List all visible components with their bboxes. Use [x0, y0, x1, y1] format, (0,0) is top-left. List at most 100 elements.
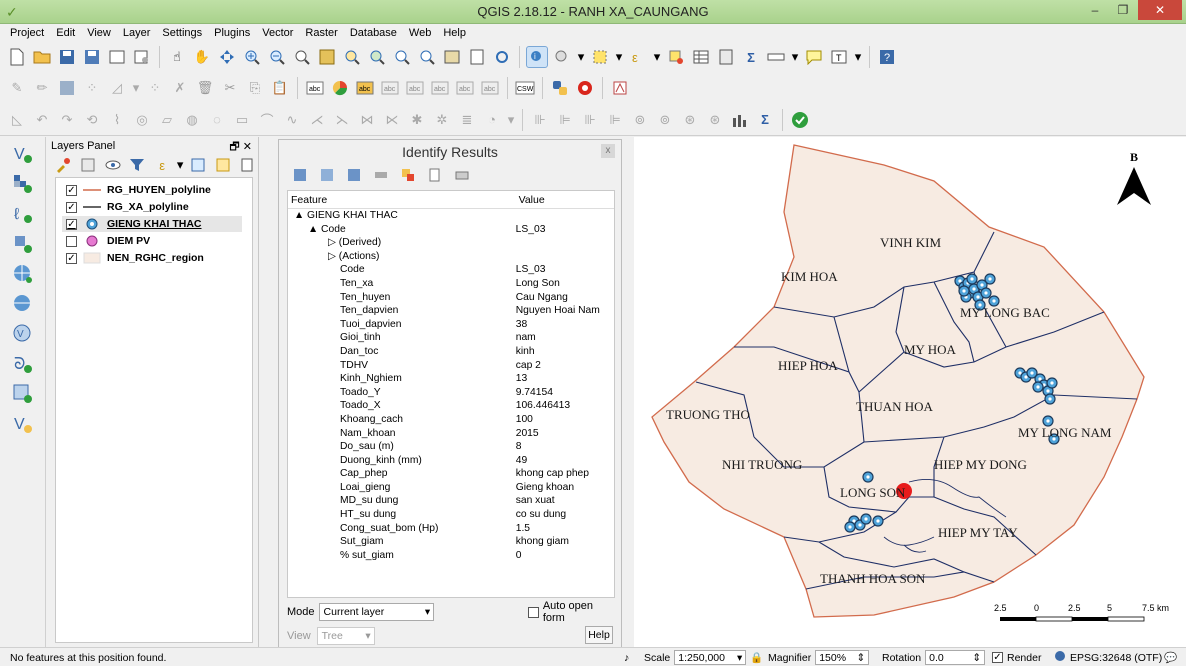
table-row[interactable]: MD_su dung san xuat	[288, 494, 614, 508]
print-results-icon[interactable]	[451, 164, 473, 186]
layer-item[interactable]: ✓ RG_HUYEN_polyline	[66, 182, 211, 198]
paste-features-icon[interactable]: 📋	[269, 77, 291, 99]
remove-layer-icon[interactable]	[237, 154, 258, 176]
processing-icon[interactable]	[609, 77, 631, 99]
enable-advanced-digitizing-icon[interactable]: ◺	[6, 109, 28, 131]
move-feature-icon[interactable]: ⁘	[144, 77, 166, 99]
offset-curve-icon[interactable]: ∿	[281, 109, 303, 131]
current-edits-icon[interactable]: ✎	[6, 77, 28, 99]
refresh-icon[interactable]	[491, 46, 513, 68]
add-group-icon[interactable]	[78, 154, 99, 176]
table-row[interactable]: Nam_khoan 2015	[288, 427, 614, 441]
crs-globe-icon[interactable]	[1054, 650, 1066, 665]
highlight-pinned-labels-icon[interactable]: abc	[354, 77, 376, 99]
menu-layer[interactable]: Layer	[117, 27, 157, 39]
zoom-next-icon[interactable]	[416, 46, 438, 68]
chevron-down-icon[interactable]: ▾	[652, 46, 662, 68]
layer-visibility-checkbox[interactable]: ✓	[66, 252, 77, 264]
select-by-expression-icon[interactable]: ε	[627, 46, 649, 68]
change-label-icon[interactable]: abc	[479, 77, 501, 99]
layer-item-selected[interactable]: ✓ GIENG KHAI THAC	[62, 216, 242, 232]
add-postgis-icon[interactable]: ᘐ	[10, 351, 36, 377]
statistics-icon[interactable]	[729, 109, 751, 131]
messages-icon[interactable]: 💬	[1164, 648, 1177, 666]
chevron-down-icon[interactable]: ▾	[131, 77, 141, 99]
menu-edit[interactable]: Edit	[50, 27, 81, 39]
table-row[interactable]: Loai_gieng Gieng khoan	[288, 481, 614, 495]
cut-features-icon[interactable]: ✂	[219, 77, 241, 99]
scale-input[interactable]: 1:250,000 ▾	[674, 650, 747, 665]
zoom-out-icon[interactable]	[266, 46, 288, 68]
add-wfs-layer-icon[interactable]: V	[10, 321, 36, 347]
select-features-by-radius-icon[interactable]: ⊫	[554, 109, 576, 131]
coordinate-toggle-icon[interactable]: ♪	[624, 648, 629, 666]
new-bookmark-icon[interactable]	[466, 46, 488, 68]
map-tips-icon[interactable]	[803, 46, 825, 68]
attribute-table-icon[interactable]	[690, 46, 712, 68]
table-row[interactable]: ▲ Code LS_03	[288, 223, 614, 237]
table-row[interactable]: Cong_suat_bom (Hp) 1.5	[288, 522, 614, 536]
filter-legend-icon[interactable]	[127, 154, 148, 176]
table-row[interactable]: ▷ (Derived)	[288, 236, 614, 250]
merge-features-icon[interactable]: ⋈	[356, 109, 378, 131]
composer-manager-icon[interactable]	[131, 46, 153, 68]
identify-features-icon[interactable]: i	[526, 46, 548, 68]
render-checkbox[interactable]: ✓	[992, 652, 1003, 663]
auto-open-form-option[interactable]: Auto open form	[528, 600, 615, 624]
add-raster-layer-icon[interactable]	[10, 171, 36, 197]
table-row[interactable]: Gioi_tinh nam	[288, 331, 614, 345]
select-features-icon[interactable]	[589, 46, 611, 68]
table-row[interactable]: Dan_toc kinh	[288, 345, 614, 359]
table-row[interactable]: Cap_phep khong cap phep	[288, 467, 614, 481]
mode-select[interactable]: Current layer ▾	[318, 603, 435, 621]
menu-plugins[interactable]: Plugins	[208, 27, 256, 39]
rotate-label-icon[interactable]: abc	[454, 77, 476, 99]
rotation-input[interactable]: 0.0 ⇕	[925, 650, 986, 665]
expand-new-results-icon[interactable]	[343, 164, 365, 186]
maximize-button[interactable]: ❐	[1110, 0, 1136, 20]
add-delimited-text-icon[interactable]: ℓ	[10, 201, 36, 227]
deselect-icon[interactable]	[665, 46, 687, 68]
save-edits-icon[interactable]	[56, 77, 78, 99]
help-icon[interactable]: ?	[876, 46, 898, 68]
zoom-to-selection-icon[interactable]	[341, 46, 363, 68]
toggle-editing-icon[interactable]: ✏	[31, 77, 53, 99]
zoom-full-icon[interactable]	[316, 46, 338, 68]
table-row[interactable]: Code LS_03	[288, 263, 614, 277]
table-row[interactable]: Ten_xa Long Son	[288, 277, 614, 291]
align-features-icon[interactable]: ≣	[456, 109, 478, 131]
clear-results-icon[interactable]	[370, 164, 392, 186]
delete-icon[interactable]: 🗑	[194, 77, 216, 99]
table-row[interactable]: ▲ GIENG KHAI THAC	[288, 209, 614, 223]
field-calculator-icon[interactable]	[715, 46, 737, 68]
table-row[interactable]: Duong_kinh (mm) 49	[288, 454, 614, 468]
add-wcs-layer-icon[interactable]	[10, 291, 36, 317]
copy-feature-icon[interactable]	[424, 164, 446, 186]
spatial-query-2-icon[interactable]: ⊚	[654, 109, 676, 131]
save-as-icon[interactable]	[81, 46, 103, 68]
open-project-icon[interactable]	[31, 46, 53, 68]
topology-icon[interactable]: ⊛	[679, 109, 701, 131]
add-ring-icon[interactable]: ◎	[131, 109, 153, 131]
plugin-icon[interactable]	[574, 77, 596, 99]
copy-features-icon[interactable]: ⎘	[244, 77, 266, 99]
reshape-features-icon[interactable]: ⌒	[256, 109, 278, 131]
layer-visibility-checkbox[interactable]	[66, 235, 77, 247]
menu-project[interactable]: Project	[4, 27, 50, 39]
table-row[interactable]: Toado_X 106.446413	[288, 399, 614, 413]
menu-vector[interactable]: Vector	[256, 27, 299, 39]
chevron-down-icon[interactable]: ▾	[576, 46, 586, 68]
pan-map-icon[interactable]: ✋	[191, 46, 213, 68]
add-spatialite-icon[interactable]	[10, 231, 36, 257]
close-icon[interactable]: x	[601, 144, 615, 158]
crs-value[interactable]: EPSG:32648 (OTF)	[1070, 652, 1162, 664]
manage-map-themes-icon[interactable]	[102, 154, 123, 176]
new-project-icon[interactable]	[6, 46, 28, 68]
menu-settings[interactable]: Settings	[156, 27, 208, 39]
table-row[interactable]: Ten_huyen Cau Ngang	[288, 291, 614, 305]
new-print-composer-icon[interactable]	[106, 46, 128, 68]
new-map-view-icon[interactable]	[441, 46, 463, 68]
spinner-icon[interactable]: ⇕	[856, 652, 865, 664]
measure-line-icon[interactable]	[765, 46, 787, 68]
offset-point-symbols-icon[interactable]: ✲	[431, 109, 453, 131]
